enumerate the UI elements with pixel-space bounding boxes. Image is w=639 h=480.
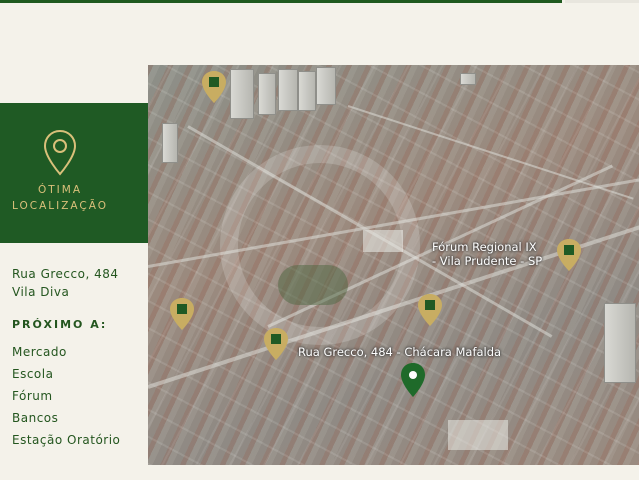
map-label-address: Rua Grecco, 484 - Chácara Mafalda — [298, 345, 502, 359]
map-building — [460, 73, 476, 85]
nearby-item-estacao: Estação Oratório — [12, 433, 121, 447]
nearby-item-bancos: Bancos — [12, 411, 59, 425]
location-title: ÓTIMA LOCALIZAÇÃO — [12, 184, 108, 212]
nearby-list: Mercado Escola Fórum Bancos Estação Orat… — [12, 343, 120, 453]
aerial-map: Fórum Regional IX - Vila Prudente - SP R… — [148, 65, 639, 465]
top-right-logo-strip — [565, 0, 639, 3]
gold-map-pin-icon — [557, 239, 581, 271]
map-building — [604, 303, 636, 383]
nearby-item-forum: Fórum — [12, 389, 53, 403]
gold-map-pin-icon — [170, 298, 194, 330]
nearby-item-escola: Escola — [12, 367, 54, 381]
green-map-pin-icon — [401, 363, 425, 397]
nearby-title: PRÓXIMO A: — [12, 318, 108, 331]
map-pin-outline-icon — [43, 129, 77, 176]
location-panel — [0, 103, 148, 243]
map-building — [162, 123, 178, 163]
map-building — [230, 69, 254, 119]
nearby-item-mercado: Mercado — [12, 345, 67, 359]
watermark-logo — [220, 145, 420, 345]
map-rooftop — [448, 420, 508, 450]
gold-map-pin-icon — [264, 328, 288, 360]
gold-map-pin-icon — [202, 71, 226, 103]
address-text: Rua Grecco, 484 Vila Diva — [12, 267, 119, 299]
map-building — [316, 67, 336, 105]
map-label-forum: Fórum Regional IX - Vila Prudente - SP — [432, 240, 543, 268]
map-building — [278, 69, 298, 111]
map-building — [258, 73, 276, 115]
gold-map-pin-icon — [418, 294, 442, 326]
top-banner-strip — [0, 0, 562, 3]
map-building — [298, 71, 316, 111]
